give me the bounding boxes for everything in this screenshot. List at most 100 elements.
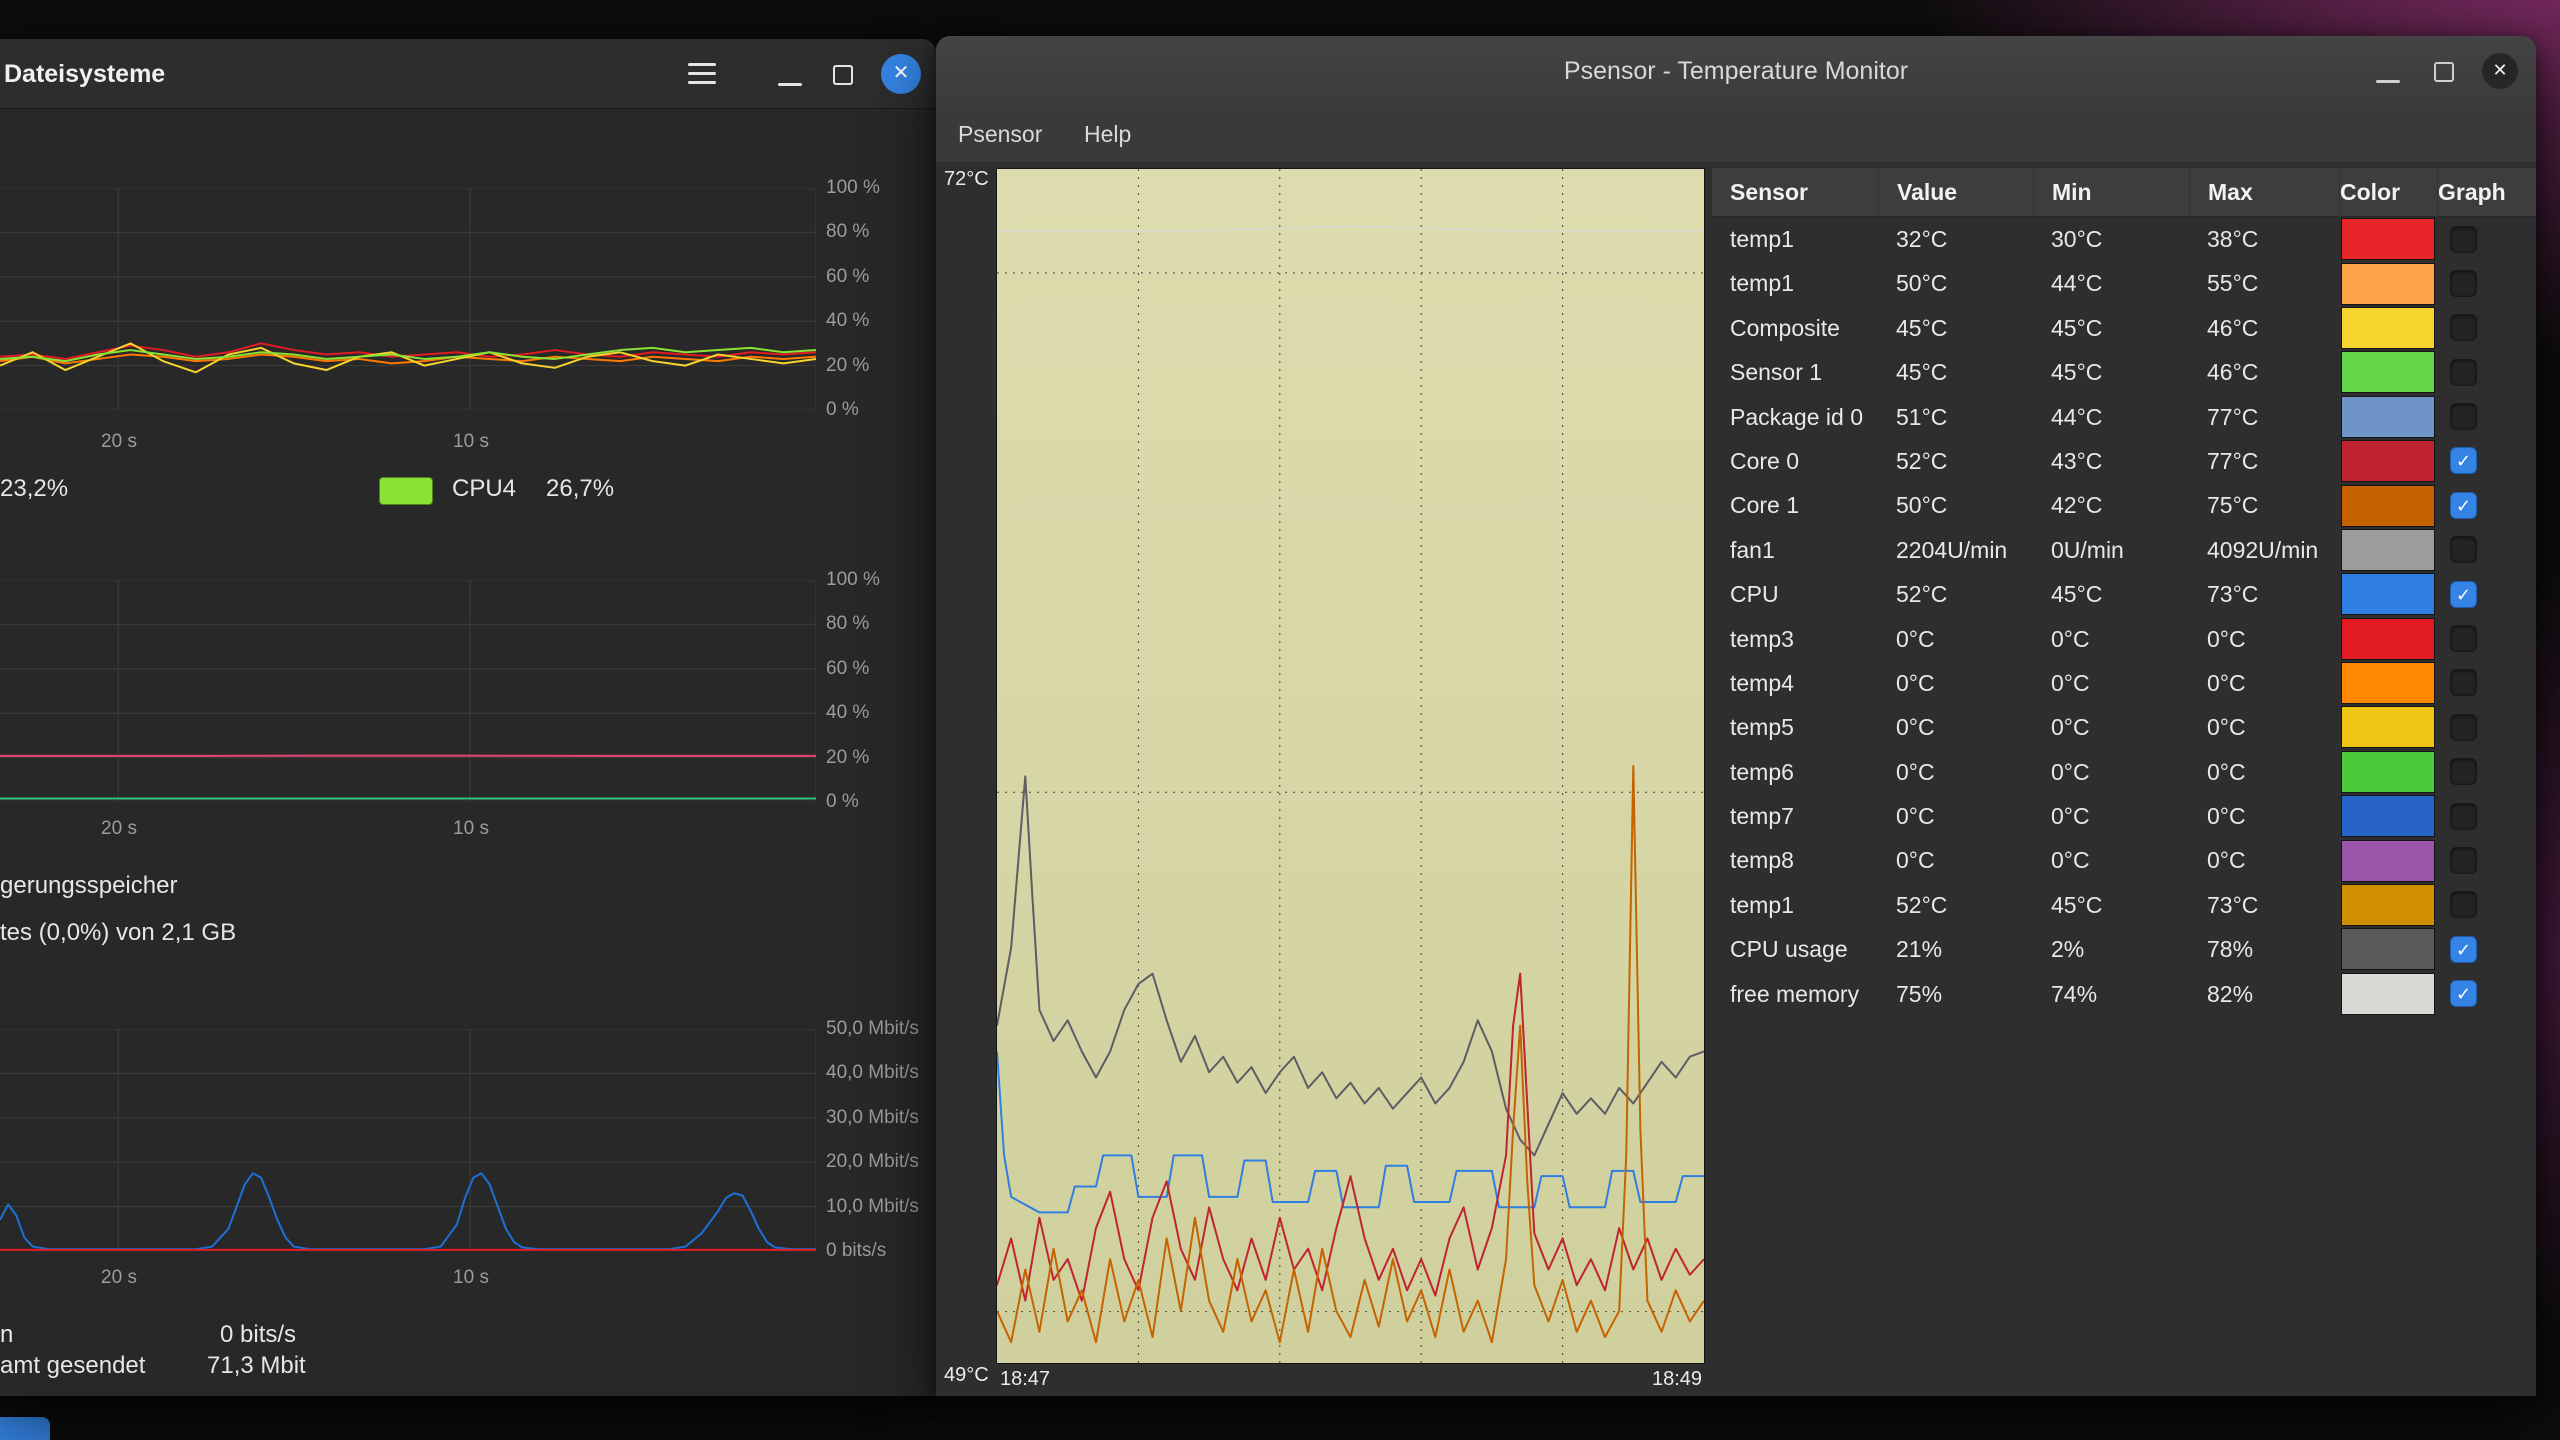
cell-graph: ✓ (2437, 972, 2536, 1016)
sensor-row[interactable]: temp150°C44°C55°C (1712, 261, 2536, 305)
cell-graph: ✓ (2437, 927, 2536, 971)
cell-color (2339, 261, 2437, 305)
psensor-titlebar: Psensor - Temperature Monitor ✕ (936, 36, 2536, 106)
cell-value: 32°C (1878, 217, 2033, 261)
swap-legend-fragment: gerungsspeicher (0, 872, 177, 900)
cell-max: 77°C (2189, 395, 2339, 439)
sensor-row[interactable]: fan12204U/min0U/min4092U/min (1712, 528, 2536, 572)
sensor-row[interactable]: Sensor 145°C45°C46°C (1712, 350, 2536, 394)
sensor-row[interactable]: temp40°C0°C0°C (1712, 661, 2536, 705)
minimize-icon[interactable] (778, 83, 802, 86)
cell-value: 75% (1878, 972, 2033, 1016)
graph-checkbox[interactable] (2450, 226, 2477, 253)
graph-checkbox[interactable] (2450, 536, 2477, 563)
color-swatch (2341, 706, 2435, 748)
memory-history-plot (0, 580, 816, 802)
cell-graph (2437, 750, 2536, 794)
cell-sensor: Core 0 (1712, 439, 1878, 483)
sensor-row[interactable]: Core 052°C43°C77°C✓ (1712, 439, 2536, 483)
graph-checkbox[interactable] (2450, 669, 2477, 696)
color-swatch (2341, 529, 2435, 571)
sensor-row[interactable]: Composite45°C45°C46°C (1712, 306, 2536, 350)
maximize-icon[interactable] (2434, 62, 2454, 82)
cell-value: 52°C (1878, 572, 2033, 616)
graph-checkbox[interactable]: ✓ (2450, 980, 2477, 1007)
maximize-icon[interactable] (833, 65, 853, 85)
sensor-row[interactable]: CPU usage21%2%78%✓ (1712, 927, 2536, 971)
sensor-row[interactable]: temp132°C30°C38°C (1712, 217, 2536, 261)
cell-max: 0°C (2189, 661, 2339, 705)
psensor-menubar: Psensor Help (936, 106, 2536, 162)
color-swatch (2341, 840, 2435, 882)
sensor-row[interactable]: temp30°C0°C0°C (1712, 617, 2536, 661)
hamburger-menu-icon[interactable] (688, 63, 716, 66)
graph-checkbox[interactable]: ✓ (2450, 581, 2477, 608)
sensor-table-rows: temp132°C30°C38°Ctemp150°C44°C55°CCompos… (1712, 217, 2536, 1016)
close-icon[interactable]: ✕ (881, 54, 921, 94)
cell-value: 2204U/min (1878, 528, 2033, 572)
graph-checkbox[interactable] (2450, 803, 2477, 830)
memory-y-axis: 100 %80 %60 %40 %20 %0 % (826, 580, 934, 802)
graph-checkbox[interactable]: ✓ (2450, 492, 2477, 519)
sensor-row[interactable]: temp70°C0°C0°C (1712, 794, 2536, 838)
column-header-color[interactable]: Color (2339, 168, 2437, 216)
graph-checkbox[interactable] (2450, 625, 2477, 652)
close-icon[interactable]: ✕ (2482, 53, 2518, 89)
cpu-x-tick-10s: 10 s (436, 431, 506, 453)
graph-checkbox[interactable] (2450, 314, 2477, 341)
network-received-fragment: n (0, 1321, 13, 1349)
color-swatch (2341, 751, 2435, 793)
cell-min: 0°C (2033, 750, 2189, 794)
graph-checkbox[interactable] (2450, 758, 2477, 785)
sensor-row[interactable]: temp80°C0°C0°C (1712, 838, 2536, 882)
graph-checkbox[interactable] (2450, 891, 2477, 918)
graph-checkbox[interactable]: ✓ (2450, 447, 2477, 474)
column-header-graph[interactable]: Graph (2437, 168, 2536, 216)
sensor-row[interactable]: temp50°C0°C0°C (1712, 705, 2536, 749)
graph-checkbox[interactable] (2450, 403, 2477, 430)
column-header-max[interactable]: Max (2189, 168, 2339, 216)
sensor-row[interactable]: CPU52°C45°C73°C✓ (1712, 572, 2536, 616)
graph-checkbox[interactable] (2450, 714, 2477, 741)
graph-checkbox[interactable]: ✓ (2450, 936, 2477, 963)
color-swatch (2341, 440, 2435, 482)
cell-min: 0U/min (2033, 528, 2189, 572)
cell-max: 75°C (2189, 483, 2339, 527)
menu-help[interactable]: Help (1084, 106, 1131, 162)
cell-value: 45°C (1878, 350, 2033, 394)
axis-tick-label: 0 % (826, 791, 859, 813)
column-header-min[interactable]: Min (2033, 168, 2189, 216)
cell-graph (2437, 528, 2536, 572)
cell-graph (2437, 217, 2536, 261)
menu-psensor[interactable]: Psensor (958, 106, 1042, 162)
axis-tick-label: 50,0 Mbit/s (826, 1018, 919, 1040)
sensor-row[interactable]: temp152°C45°C73°C (1712, 883, 2536, 927)
cell-max: 78% (2189, 927, 2339, 971)
column-header-sensor[interactable]: Sensor (1712, 168, 1878, 216)
sensor-row[interactable]: free memory75%74%82%✓ (1712, 972, 2536, 1016)
graph-checkbox[interactable] (2450, 359, 2477, 386)
cell-color (2339, 439, 2437, 483)
cell-graph (2437, 306, 2536, 350)
graph-checkbox[interactable] (2450, 270, 2477, 297)
cell-value: 0°C (1878, 705, 2033, 749)
dock-item[interactable] (0, 1417, 50, 1440)
cell-color (2339, 661, 2437, 705)
axis-tick-label: 80 % (826, 613, 869, 635)
axis-tick-label: 60 % (826, 266, 869, 288)
cell-color (2339, 838, 2437, 882)
graph-checkbox[interactable] (2450, 847, 2477, 874)
cell-max: 0°C (2189, 838, 2339, 882)
cell-graph (2437, 350, 2536, 394)
cell-max: 38°C (2189, 217, 2339, 261)
sensor-row[interactable]: temp60°C0°C0°C (1712, 750, 2536, 794)
cpu-x-tick-20s: 20 s (84, 431, 154, 453)
network-y-axis: 50,0 Mbit/s40,0 Mbit/s30,0 Mbit/s20,0 Mb… (826, 1029, 934, 1251)
cell-value: 52°C (1878, 439, 2033, 483)
minimize-icon[interactable] (2376, 80, 2400, 83)
column-header-value[interactable]: Value (1878, 168, 2033, 216)
cell-graph (2437, 794, 2536, 838)
sensor-row[interactable]: Package id 051°C44°C77°C (1712, 395, 2536, 439)
window-title: Dateisysteme (4, 39, 165, 109)
sensor-row[interactable]: Core 150°C42°C75°C✓ (1712, 483, 2536, 527)
